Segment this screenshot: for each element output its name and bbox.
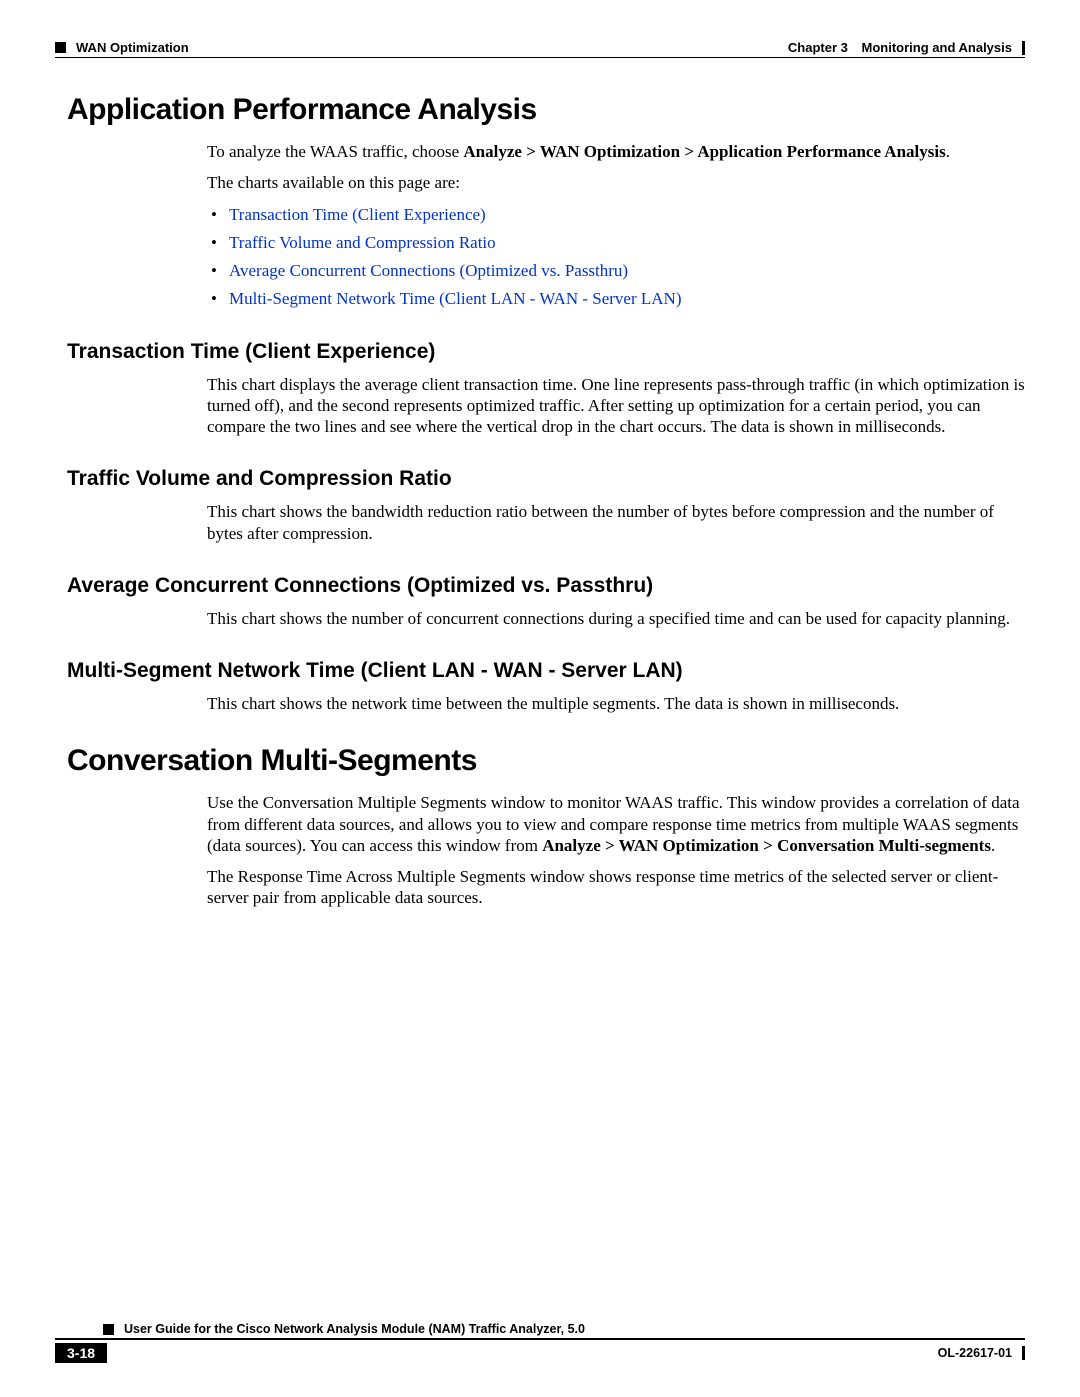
heading-conversation-multi-segments: Conversation Multi-Segments [67,744,1025,778]
link-transaction-time[interactable]: Transaction Time (Client Experience) [229,205,486,224]
header-chapter-number: Chapter 3 [788,40,848,55]
link-avg-concurrent[interactable]: Average Concurrent Connections (Optimize… [229,261,628,280]
page-footer: User Guide for the Cisco Network Analysi… [55,1322,1025,1363]
list-item: Average Concurrent Connections (Optimize… [229,260,1025,281]
intro-paragraph: To analyze the WAAS traffic, choose Anal… [207,141,1025,162]
footer-rule [55,1338,1025,1340]
header-section-label: WAN Optimization [76,40,189,55]
intro-text-a: To analyze the WAAS traffic, choose [207,142,463,161]
list-item: Transaction Time (Client Experience) [229,204,1025,225]
header-square-icon [55,42,66,53]
heading-avg-concurrent: Average Concurrent Connections (Optimize… [67,574,1025,598]
link-multi-segment[interactable]: Multi-Segment Network Time (Client LAN -… [229,289,682,308]
footer-square-icon [103,1324,114,1335]
footer-doc-id: OL-22617-01 [938,1346,1012,1360]
header-bar-icon [1022,41,1025,55]
intro-text-c: . [946,142,950,161]
conversation-p1: Use the Conversation Multiple Segments w… [207,792,1025,856]
header-chapter: Chapter 3 Monitoring and Analysis [788,40,1012,55]
list-item: Traffic Volume and Compression Ratio [229,232,1025,253]
conversation-p2: The Response Time Across Multiple Segmen… [207,866,1025,909]
list-item: Multi-Segment Network Time (Client LAN -… [229,288,1025,309]
footer-guide-title: User Guide for the Cisco Network Analysi… [124,1322,585,1336]
footer-bar-icon [1022,1346,1025,1360]
transaction-time-body: This chart displays the average client t… [207,374,1025,438]
page-number: 3-18 [55,1343,107,1363]
header-chapter-title: Monitoring and Analysis [862,40,1012,55]
heading-multi-segment: Multi-Segment Network Time (Client LAN -… [67,659,1025,683]
avg-concurrent-body: This chart shows the number of concurren… [207,608,1025,629]
traffic-volume-body: This chart shows the bandwidth reduction… [207,501,1025,544]
conversation-menu-path: Analyze > WAN Optimization > Conversatio… [542,836,991,855]
intro-menu-path: Analyze > WAN Optimization > Application… [463,142,945,161]
conversation-p1c: . [991,836,995,855]
heading-traffic-volume: Traffic Volume and Compression Ratio [67,467,1025,491]
heading-application-performance-analysis: Application Performance Analysis [67,93,1025,127]
link-traffic-volume[interactable]: Traffic Volume and Compression Ratio [229,233,496,252]
charts-bullet-list: Transaction Time (Client Experience) Tra… [207,204,1025,310]
multi-segment-body: This chart shows the network time betwee… [207,693,1025,714]
charts-intro: The charts available on this page are: [207,172,1025,193]
page-header: WAN Optimization Chapter 3 Monitoring an… [55,40,1025,55]
header-rule [55,57,1025,58]
heading-transaction-time: Transaction Time (Client Experience) [67,340,1025,364]
